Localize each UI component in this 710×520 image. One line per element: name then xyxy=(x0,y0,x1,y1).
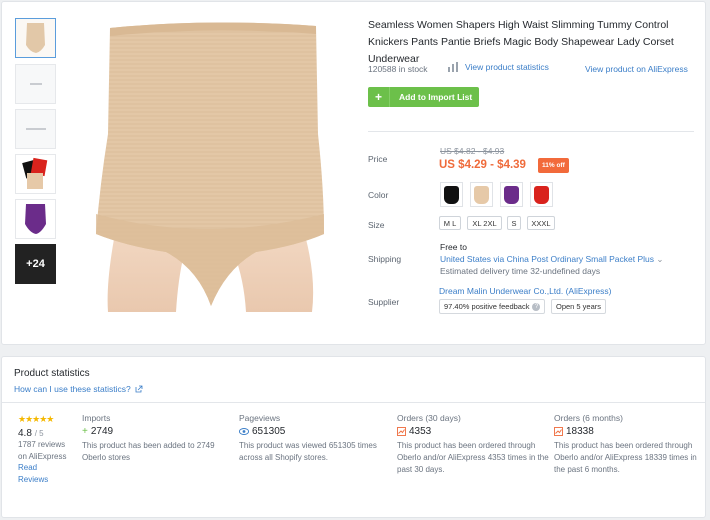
main-product-image xyxy=(66,14,352,312)
plus-icon: + xyxy=(368,87,390,107)
orders-6m-description: This product has been ordered through Ob… xyxy=(554,441,697,474)
statistics-help-link[interactable]: How can I use these statistics? xyxy=(14,384,143,394)
trend-chart-icon xyxy=(554,427,563,436)
pageviews-value-row: 651305 xyxy=(239,426,394,437)
thumbnail-1[interactable] xyxy=(15,18,56,58)
thumbnail-4[interactable] xyxy=(15,154,56,194)
shipping-label: Shipping xyxy=(368,254,402,264)
color-swatch-purple[interactable] xyxy=(500,182,523,207)
info-icon[interactable]: ? xyxy=(532,302,541,311)
color-label: Color xyxy=(368,190,389,200)
help-link-text: How can I use these statistics? xyxy=(14,384,131,394)
pageviews-description: This product was viewed 651305 times acr… xyxy=(239,441,377,462)
color-swatch-red[interactable] xyxy=(530,182,553,207)
statistics-divider xyxy=(2,402,705,403)
rating-value-row: 4.8 / 5 xyxy=(18,428,68,440)
original-price: US $4.82 - $4.93 xyxy=(440,146,505,156)
orders-30-description: This product has been ordered through Ob… xyxy=(397,441,549,474)
view-product-statistics-link[interactable]: View product statistics xyxy=(448,62,549,72)
view-on-aliexpress-link[interactable]: View product on AliExpress xyxy=(585,64,688,74)
orders-6m-value: 18338 xyxy=(566,426,594,437)
pageviews-column: Pageviews 651305 This product was viewed… xyxy=(239,413,394,464)
size-option-xxxl[interactable]: XXXL xyxy=(527,216,555,230)
feedback-text: 97.40% positive feedback xyxy=(444,302,530,311)
thumbnail-more-count: +24 xyxy=(26,258,45,270)
rating-column: ★★★★★ 4.8 / 5 1787 reviews on AliExpress… xyxy=(18,414,68,485)
orders-30-value: 4353 xyxy=(409,426,432,437)
orders-30-label: Orders (30 days) xyxy=(397,413,461,423)
orders-6m-value-row: 18338 xyxy=(554,426,709,437)
positive-feedback-badge: 97.40% positive feedback ? xyxy=(439,299,546,314)
shipping-method-text: United States via China Post Ordinary Sm… xyxy=(440,254,655,264)
open-years-badge: Open 5 years xyxy=(551,299,607,314)
product-title: Seamless Women Shapers High Waist Slimmi… xyxy=(368,19,674,65)
thumbnail-5[interactable] xyxy=(15,199,56,239)
imports-value: 2749 xyxy=(90,426,114,437)
product-statistics-card: Product statistics How can I use these s… xyxy=(1,356,706,518)
imports-column: Imports + 2749 This product has been add… xyxy=(82,413,237,464)
orders-30-value-row: 4353 xyxy=(397,426,552,437)
color-swatch-beige[interactable] xyxy=(470,182,493,207)
rating-stars: ★★★★★ xyxy=(18,414,54,424)
supplier-label: Supplier xyxy=(368,297,400,307)
current-price: US $4.29 - $4.39 xyxy=(439,159,526,171)
import-button-label: Add to Import List xyxy=(399,92,473,102)
statistics-title: Product statistics xyxy=(14,368,90,379)
eye-icon xyxy=(239,428,249,435)
discount-badge: 11% off xyxy=(538,158,569,173)
size-label: Size xyxy=(368,220,385,230)
stock-count: 120588 in stock xyxy=(368,64,428,74)
shipping-method-select[interactable]: United States via China Post Ordinary Sm… xyxy=(440,254,664,265)
rating-value: 4.8 xyxy=(18,427,32,439)
bar-chart-icon xyxy=(448,62,458,72)
chevron-down-icon: ⌄ xyxy=(656,254,664,264)
size-option-xl-2xl[interactable]: XL 2XL xyxy=(467,216,502,230)
view-stats-label: View product statistics xyxy=(465,62,549,72)
supplier-name-link[interactable]: Dream Malin Underwear Co.,Ltd. (AliExpre… xyxy=(439,286,611,296)
orders-6m-label: Orders (6 months) xyxy=(554,413,623,423)
thumbnail-2[interactable] xyxy=(15,64,56,104)
price-label: Price xyxy=(368,154,388,164)
plus-icon: + xyxy=(82,426,88,437)
size-option-s[interactable]: S xyxy=(507,216,521,230)
review-count: 1787 reviews on AliExpress xyxy=(18,440,67,461)
rating-max: / 5 xyxy=(34,428,44,438)
read-reviews-link[interactable]: Read Reviews xyxy=(18,462,68,485)
color-swatch-black[interactable] xyxy=(440,182,463,207)
pageviews-value: 651305 xyxy=(252,426,286,437)
external-link-icon xyxy=(135,385,143,393)
orders-6m-column: Orders (6 months) 18338 This product has… xyxy=(554,413,709,476)
size-option-ml[interactable]: M L xyxy=(439,216,461,230)
imports-value-row: + 2749 xyxy=(82,426,237,437)
add-to-import-list-button[interactable]: + Add to Import List xyxy=(368,87,479,107)
delivery-estimate: Estimated delivery time 32-undefined day… xyxy=(440,266,601,276)
shipping-free-to: Free to xyxy=(440,242,467,252)
thumbnail-3[interactable] xyxy=(15,109,56,149)
product-card: +24 Seamless Women Shapers High Waist Sl… xyxy=(1,1,706,345)
imports-label: Imports xyxy=(82,413,111,423)
pageviews-label: Pageviews xyxy=(239,413,281,423)
imports-description: This product has been added to 2749 Ober… xyxy=(82,441,215,462)
details-divider xyxy=(368,131,694,132)
trend-chart-icon xyxy=(397,427,406,436)
thumbnail-more[interactable]: +24 xyxy=(15,244,56,284)
orders-30-column: Orders (30 days) 4353 This product has b… xyxy=(397,413,552,476)
